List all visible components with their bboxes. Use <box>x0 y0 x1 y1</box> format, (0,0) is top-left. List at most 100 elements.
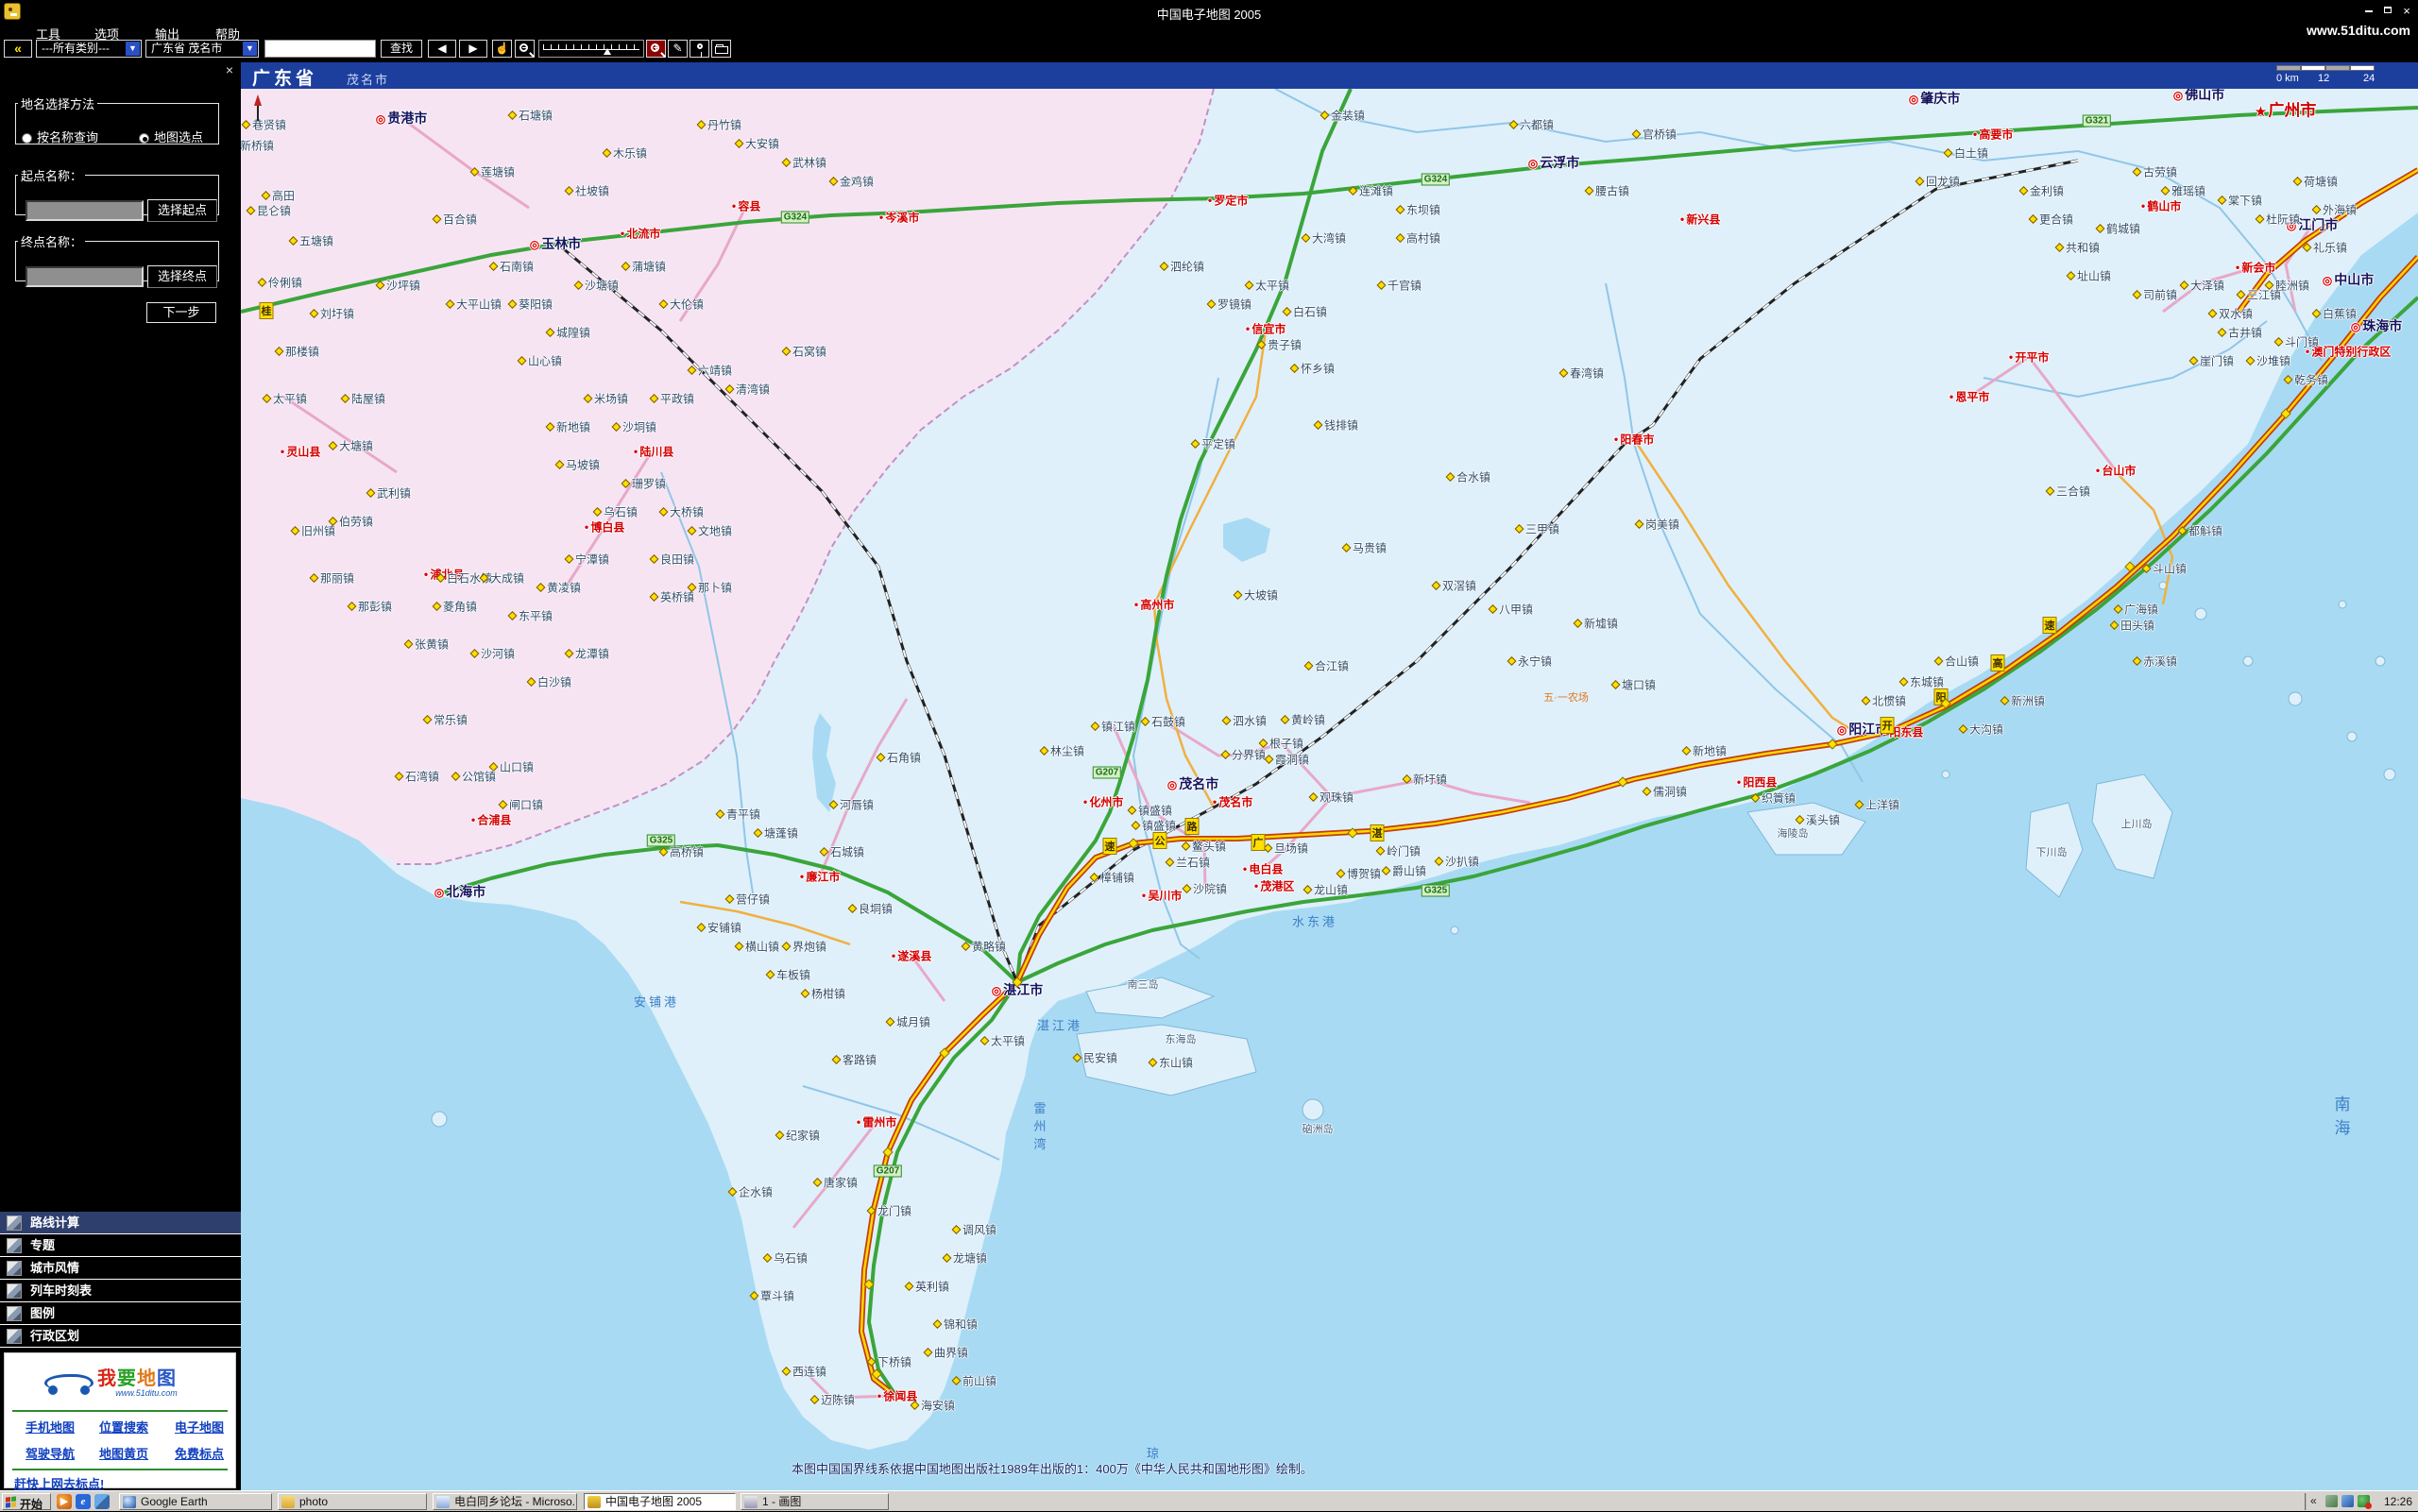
sidebar-item-列车时刻表[interactable]: 列车时刻表 <box>0 1280 241 1302</box>
map-label-town: 沙塘镇 <box>575 278 619 294</box>
restore-button[interactable] <box>2380 5 2395 18</box>
sidebar-item-图例[interactable]: 图例 <box>0 1302 241 1325</box>
map-label-town: 泗水镇 <box>1223 713 1267 729</box>
update-icon[interactable] <box>2325 1495 2338 1507</box>
map-label-town: 石湾镇 <box>396 769 439 785</box>
map-label-town: 博贺镇 <box>1337 866 1381 882</box>
tray-chevron-icon[interactable]: « <box>2310 1494 2317 1507</box>
zoom-in-icon-active[interactable] <box>646 40 666 58</box>
find-button[interactable]: 查找 <box>381 40 422 58</box>
taskbar-task-Google Earth[interactable]: Google Earth <box>119 1493 272 1510</box>
network-icon[interactable] <box>2341 1495 2354 1507</box>
promo-link-免费标点[interactable]: 免费标点 <box>175 1444 224 1462</box>
category-dropdown-value: ---所有类别--- <box>42 42 110 55</box>
map-label-town: 覃斗镇 <box>751 1288 794 1304</box>
promo-link-位置搜索[interactable]: 位置搜索 <box>99 1418 148 1436</box>
next-step-button[interactable]: 下一步 <box>146 302 216 323</box>
map-label-town: 平定镇 <box>1192 436 1235 452</box>
radio-map-pick[interactable]: 地图选点 <box>139 127 203 145</box>
sidebar-close-icon[interactable]: × <box>226 64 233 76</box>
map-label-town: 镇盛镇 <box>1132 818 1176 834</box>
map-label-town: 纪家镇 <box>776 1128 820 1144</box>
map-label-town: 曲界镇 <box>925 1345 968 1361</box>
map-label-town: 石塘镇 <box>509 108 553 124</box>
map-canvas[interactable]: 广州市佛山市肇庆市江门市中山市珠海市云浮市阳江市茂名市湛江市玉林市贵港市北海市茂… <box>241 62 2418 1490</box>
interchange-marker <box>863 1279 874 1289</box>
offline-icon[interactable] <box>2358 1495 2370 1507</box>
choose-end-button[interactable]: 选择终点 <box>147 265 217 288</box>
zoom-slider[interactable] <box>538 40 644 58</box>
zoom-slider-thumb[interactable] <box>604 48 611 55</box>
sidebar-item-专题[interactable]: 专题 <box>0 1234 241 1257</box>
map-label-town: 那卜镇 <box>689 580 732 596</box>
radio-by-name[interactable]: 按名称查询 <box>22 130 98 144</box>
end-point-input[interactable] <box>26 266 144 287</box>
map-label-town: 企水镇 <box>729 1184 773 1200</box>
taskbar-task-photo[interactable]: photo <box>278 1493 427 1510</box>
promo-link-地图黄页[interactable]: 地图黄页 <box>99 1444 148 1462</box>
show-desktop-icon[interactable] <box>94 1494 110 1509</box>
map-label-town: 崖门镇 <box>2190 353 2234 369</box>
map-label-town: 张黄镇 <box>405 637 449 653</box>
start-button[interactable]: 开始 <box>2 1493 51 1510</box>
map-label-town: 大伦镇 <box>660 297 704 313</box>
taskbar-task-中国电子地图 2005[interactable]: 中国电子地图 2005 <box>584 1493 736 1510</box>
search-input[interactable] <box>264 40 376 58</box>
region-dropdown[interactable]: 广东省 茂名市 ▼ <box>145 40 259 58</box>
sidebar-item-路线计算[interactable]: 路线计算 <box>0 1212 241 1234</box>
promo-link-电子地图[interactable]: 电子地图 <box>175 1418 224 1436</box>
radio-map-pick-label: 地图选点 <box>154 130 203 144</box>
map-label-town: 北惯镇 <box>1863 693 1906 709</box>
chevron-down-icon[interactable]: ▼ <box>243 42 257 56</box>
open-folder-icon[interactable] <box>711 40 731 58</box>
map-header-bar: 广东省 茂名市 0 km 12 24 <box>241 62 2418 89</box>
map-label-island: 海陵岛 <box>1778 825 1809 841</box>
map-label-town: 伶俐镇 <box>259 275 302 291</box>
minimize-button[interactable] <box>2361 5 2376 18</box>
sidebar-item-行政区划[interactable]: 行政区划 <box>0 1325 241 1348</box>
map-label-town: 沙堆镇 <box>2247 353 2290 369</box>
map-label-town: 沙扒镇 <box>1436 854 1479 870</box>
draw-pencil-icon[interactable]: ✎ <box>668 40 688 58</box>
map-label-prefecture: 贵港市 <box>376 109 427 127</box>
map-label-town: 广海镇 <box>2115 602 2158 618</box>
internet-explorer-icon[interactable]: e <box>76 1494 91 1509</box>
map-label-town: 丹竹镇 <box>698 117 741 133</box>
road-badge-expressway: 公 <box>1153 832 1167 849</box>
promo-link-驾驶导航[interactable]: 驾驶导航 <box>26 1444 75 1462</box>
road-badge-national: G324 <box>1422 174 1450 186</box>
close-button[interactable]: × <box>2399 5 2414 18</box>
map-label-town: 太平镇 <box>981 1033 1025 1049</box>
map-label-town: 田头镇 <box>2111 618 2154 634</box>
map-label-town: 岭门镇 <box>1377 843 1421 859</box>
map-label-town: 杜阮镇 <box>2256 212 2300 228</box>
media-player-icon[interactable]: ▶ <box>57 1494 72 1509</box>
map-label-town: 客路镇 <box>833 1052 877 1068</box>
taskbar-task-电白同乡论坛 - Microso...[interactable]: 电白同乡论坛 - Microso... <box>433 1493 577 1510</box>
choose-start-button[interactable]: 选择起点 <box>147 199 217 222</box>
taskbar-task-1 - 画图[interactable]: 1 - 画图 <box>741 1493 889 1510</box>
zoom-out-icon[interactable] <box>515 40 535 58</box>
back-button[interactable]: ◀ <box>428 40 456 58</box>
start-point-input[interactable] <box>26 200 144 221</box>
map-label-town: 黄岭镇 <box>1282 712 1325 728</box>
marker-pin-icon[interactable] <box>690 40 709 58</box>
chevron-down-icon[interactable]: ▼ <box>126 42 140 56</box>
map-label-sea: 安铺港 <box>634 993 679 1011</box>
map-label-county: 高要市 <box>1973 127 2014 143</box>
pan-hand-icon[interactable]: ☝ <box>492 40 512 58</box>
map-label-town: 棠下镇 <box>2219 193 2262 209</box>
sidebar-item-城市风情[interactable]: 城市风情 <box>0 1257 241 1280</box>
map-label-town: 共和镇 <box>2056 240 2100 256</box>
map-label-town: 大坡镇 <box>1235 587 1278 603</box>
task-label: 电白同乡论坛 - Microso... <box>454 1495 577 1508</box>
collapse-sidebar-button[interactable]: « <box>4 40 32 58</box>
promo-link-手机地图[interactable]: 手机地图 <box>26 1418 75 1436</box>
map-label-town: 旦场镇 <box>1265 841 1308 857</box>
map-label-town: 太平镇 <box>1246 278 1289 294</box>
menu-item-icon <box>7 1215 22 1231</box>
category-dropdown[interactable]: ---所有类别--- ▼ <box>36 40 142 58</box>
forward-button[interactable]: ▶ <box>459 40 487 58</box>
map-label-town: 都斛镇 <box>2179 523 2222 539</box>
taskbar: 开始 ▶ e Google Earth photo 电白同乡论坛 - Microso… <box>0 1490 2418 1511</box>
